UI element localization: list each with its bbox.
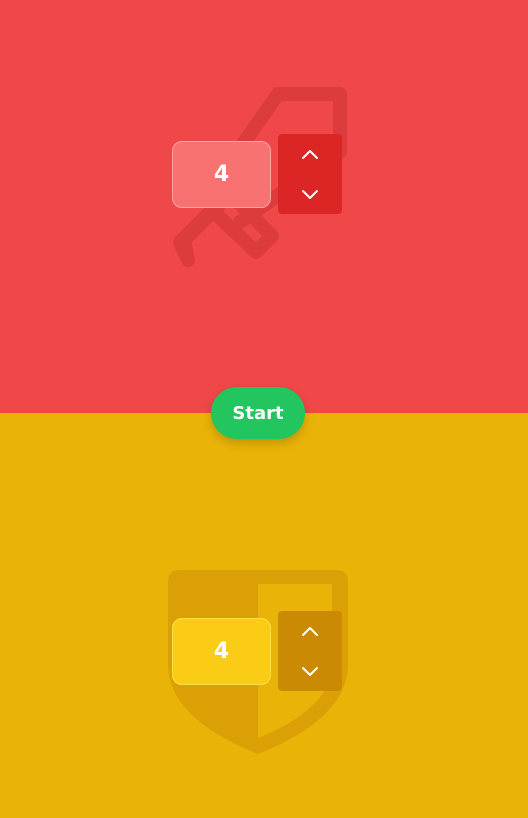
- chevron-down-icon: [302, 189, 318, 199]
- chevron-up-icon: [302, 149, 318, 159]
- red-decrement-button[interactable]: [278, 174, 342, 214]
- yellow-decrement-button[interactable]: [278, 651, 342, 691]
- start-button-label: Start: [232, 402, 284, 424]
- yellow-increment-button[interactable]: [278, 611, 342, 651]
- red-value-display: 4: [172, 141, 271, 208]
- yellow-player-panel: 4: [0, 413, 528, 818]
- yellow-value: 4: [213, 639, 230, 664]
- yellow-value-display: 4: [172, 618, 271, 685]
- red-stepper: [278, 134, 342, 214]
- yellow-stepper: [278, 611, 342, 691]
- red-player-panel: 4: [0, 0, 528, 413]
- chevron-down-icon: [302, 666, 318, 676]
- start-button[interactable]: Start: [211, 387, 305, 439]
- chevron-up-icon: [302, 626, 318, 636]
- red-increment-button[interactable]: [278, 134, 342, 174]
- red-value: 4: [213, 162, 230, 187]
